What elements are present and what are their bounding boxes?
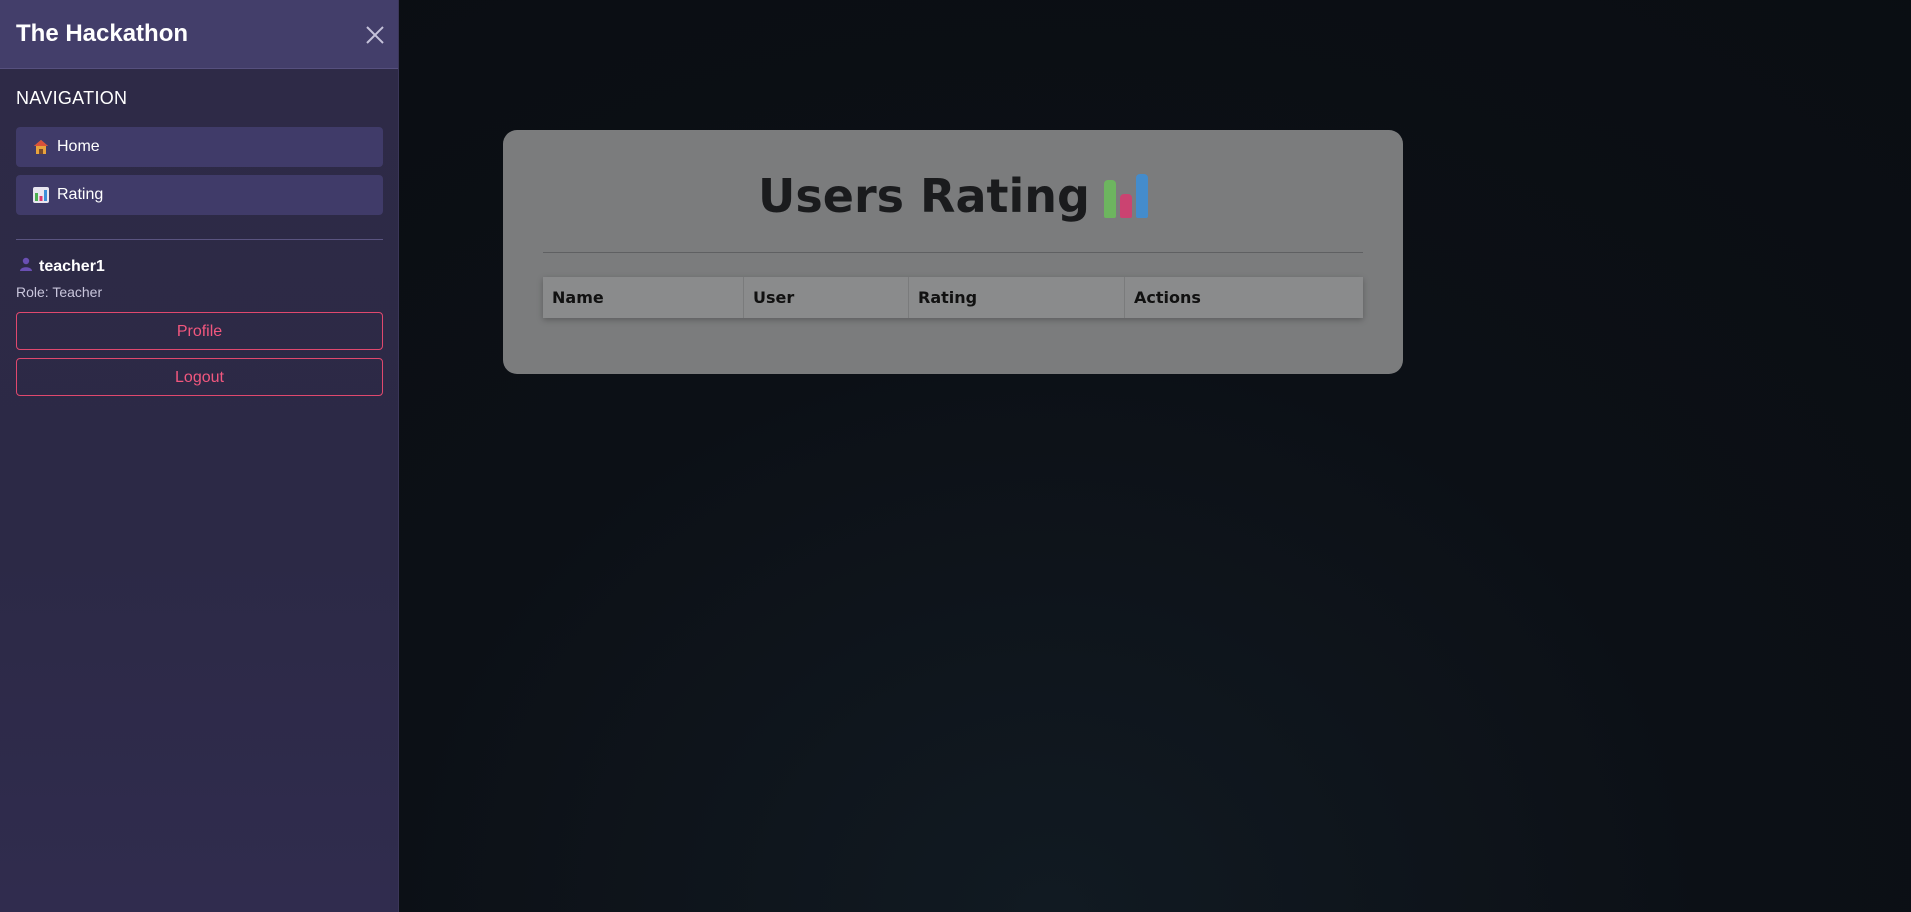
user-role: Role: Teacher [16, 284, 103, 300]
sidebar-header: The Hackathon [0, 0, 398, 69]
bar-chart-icon [33, 187, 49, 203]
page-title-text: Users Rating [758, 169, 1090, 223]
close-icon[interactable] [362, 22, 388, 48]
sidebar: The Hackathon NAVIGATION Home Rating tea… [0, 0, 399, 912]
nav-heading: NAVIGATION [16, 88, 128, 108]
sidebar-divider [16, 239, 383, 240]
column-header-rating[interactable]: Rating [909, 277, 1125, 318]
column-header-user[interactable]: User [744, 277, 909, 318]
page-title: Users Rating [503, 170, 1403, 222]
house-icon [33, 139, 49, 155]
column-header-actions[interactable]: Actions [1125, 277, 1363, 318]
user-info: teacher1 [19, 257, 105, 276]
bar-chart-icon [1103, 170, 1148, 218]
ratings-table-header: Name User Rating Actions [543, 277, 1363, 318]
sidebar-item-home-label: Home [57, 138, 100, 155]
column-header-name[interactable]: Name [543, 277, 744, 318]
logout-button[interactable]: Logout [16, 358, 383, 396]
profile-button[interactable]: Profile [16, 312, 383, 350]
user-silhouette-icon [19, 257, 33, 276]
sidebar-item-rating-label: Rating [57, 186, 104, 203]
username: teacher1 [39, 257, 105, 275]
title-divider [543, 252, 1363, 253]
rating-card: Users Rating Name User Rating Actions [503, 130, 1403, 374]
sidebar-item-home[interactable]: Home [16, 127, 383, 167]
brand-title: The Hackathon [16, 20, 189, 47]
sidebar-item-rating[interactable]: Rating [16, 175, 383, 215]
